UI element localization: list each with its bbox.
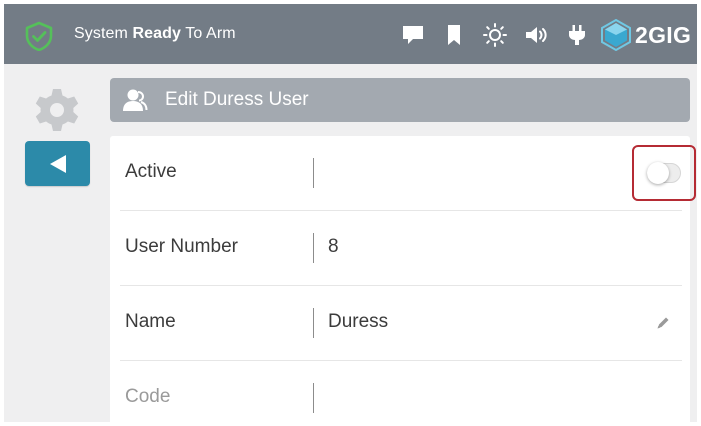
settings-panel: Active User Number 8 Name Duress Code xyxy=(110,136,696,422)
field-divider xyxy=(313,158,314,188)
power-plug-icon xyxy=(569,25,585,45)
field-label: Code xyxy=(125,386,171,407)
name-value[interactable]: Duress xyxy=(328,311,388,333)
field-label: User Number xyxy=(125,236,238,257)
field-divider xyxy=(313,383,314,413)
field-row-active: Active xyxy=(120,136,696,211)
brand-logo: 2GIG xyxy=(601,18,691,52)
back-button[interactable] xyxy=(25,141,90,186)
screen: System Ready To Arm 2GIG Edit Duress Use… xyxy=(4,4,697,422)
page-title: Edit Duress User xyxy=(165,89,309,110)
field-row-user-number: User Number 8 xyxy=(120,211,682,286)
brightness-icon[interactable] xyxy=(482,22,508,48)
field-row-name[interactable]: Name Duress xyxy=(120,286,682,361)
system-status-text: System Ready To Arm xyxy=(74,25,236,43)
status-suffix: To Arm xyxy=(185,25,236,42)
message-icon[interactable] xyxy=(401,24,425,46)
bookmark-icon[interactable] xyxy=(447,24,461,46)
shield-check-icon xyxy=(25,21,53,51)
page-header: Edit Duress User xyxy=(110,78,690,122)
pencil-edit-icon[interactable] xyxy=(656,316,670,330)
status-bold: Ready xyxy=(132,25,182,42)
back-arrow-icon xyxy=(50,155,66,173)
field-row-code[interactable]: Code xyxy=(120,361,682,422)
gear-icon[interactable] xyxy=(33,86,81,134)
toggle-knob xyxy=(647,162,669,184)
2gig-logo-icon xyxy=(601,19,631,51)
user-number-value: 8 xyxy=(328,236,339,257)
status-bar: System Ready To Arm 2GIG xyxy=(4,4,697,64)
field-label: Name xyxy=(125,311,176,332)
user-icon xyxy=(123,89,148,111)
field-divider xyxy=(313,233,314,263)
field-label: Active xyxy=(125,161,177,182)
volume-icon[interactable] xyxy=(524,24,550,46)
active-toggle[interactable] xyxy=(647,162,681,184)
brand-name: 2GIG xyxy=(635,21,692,48)
status-prefix: System xyxy=(74,25,128,42)
field-divider xyxy=(313,308,314,338)
